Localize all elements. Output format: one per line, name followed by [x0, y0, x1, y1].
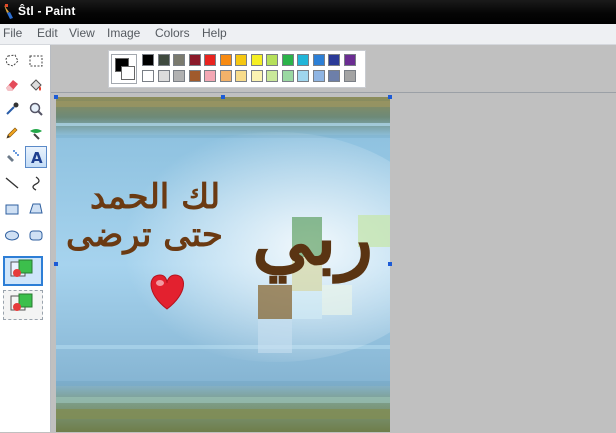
palette-swatch[interactable] [219, 70, 232, 82]
magnifier-tool[interactable] [25, 98, 47, 120]
transparent-background-option[interactable] [3, 290, 43, 320]
palette-swatch[interactable] [173, 54, 185, 66]
palette-swatch[interactable] [281, 70, 294, 82]
palette-swatch[interactable] [328, 70, 340, 82]
resize-handle-top-left[interactable] [54, 95, 58, 99]
eraser-tool[interactable] [1, 74, 23, 96]
svg-text:A: A [31, 149, 43, 165]
free-form-select-tool[interactable] [1, 50, 23, 72]
rect-select-icon [28, 53, 44, 69]
palette-swatch[interactable] [204, 70, 216, 82]
menu-view[interactable]: View [69, 26, 95, 40]
palette-swatch[interactable] [173, 70, 185, 82]
resize-handle-top[interactable] [221, 95, 225, 99]
palette-swatch[interactable] [297, 54, 309, 66]
palette-swatch[interactable] [204, 54, 216, 66]
pencil-icon [4, 125, 20, 141]
rect-select-tool[interactable] [25, 50, 47, 72]
menu-edit[interactable]: Edit [37, 26, 58, 40]
opaque-background-option[interactable] [3, 256, 43, 286]
palette-swatch[interactable] [142, 54, 154, 66]
transparent-shapes-icon [8, 292, 38, 319]
palette-swatch[interactable] [235, 70, 247, 82]
rounded-rect-icon [28, 227, 44, 243]
palette-swatch[interactable] [328, 54, 340, 66]
curve-icon [28, 175, 44, 191]
drawing-canvas[interactable]: لك الحمد حتى ترضى ربي [56, 97, 390, 432]
magnifier-icon [28, 101, 44, 117]
curve-tool[interactable] [25, 172, 47, 194]
color-picker-icon [4, 101, 20, 117]
window-title: Ŝtl - Paint [18, 4, 76, 18]
current-colors[interactable] [111, 54, 137, 84]
airbrush-icon [4, 149, 20, 165]
line-tool[interactable] [1, 172, 23, 194]
palette-swatch[interactable] [312, 70, 325, 82]
palette-swatch[interactable] [157, 70, 170, 82]
ellipse-tool[interactable] [1, 224, 23, 246]
palette-swatch[interactable] [312, 54, 325, 66]
brush-icon [28, 125, 44, 141]
menu-image[interactable]: Image [107, 26, 140, 40]
rounded-rect-tool[interactable] [25, 224, 47, 246]
palette-swatch[interactable] [250, 70, 263, 82]
menu-help[interactable]: Help [202, 26, 227, 40]
polygon-icon [28, 201, 44, 217]
text-tool[interactable]: A [25, 146, 47, 168]
palette-swatch[interactable] [266, 70, 278, 82]
palette-swatch[interactable] [343, 54, 356, 66]
line-icon [4, 175, 20, 191]
menu-file[interactable]: File [3, 26, 22, 40]
fill-bucket-icon [28, 77, 44, 93]
text-icon: A [28, 149, 44, 165]
resize-handle-right[interactable] [388, 262, 392, 266]
title-bar[interactable]: Ŝtl - Paint [0, 0, 616, 24]
palette-swatch[interactable] [297, 70, 309, 82]
background-color[interactable] [121, 66, 135, 80]
free-form-select-icon [4, 53, 20, 69]
palette-swatch[interactable] [219, 54, 232, 66]
fill-tool[interactable] [25, 74, 47, 96]
palette-swatch[interactable] [250, 54, 263, 66]
eraser-icon [4, 77, 20, 93]
rectangle-icon [4, 201, 20, 217]
brush-tool[interactable] [25, 122, 47, 144]
palette-swatch[interactable] [343, 70, 356, 82]
resize-handle-left[interactable] [54, 262, 58, 266]
menu-colors[interactable]: Colors [155, 26, 190, 40]
airbrush-tool[interactable] [1, 146, 23, 168]
menu-bar: File Edit View Image Colors Help [0, 24, 616, 45]
canvas-arabic-big: ربي [252, 193, 374, 282]
opaque-shapes-icon [8, 258, 38, 285]
polygon-tool[interactable] [25, 198, 47, 220]
color-picker-tool[interactable] [1, 98, 23, 120]
rectangle-tool[interactable] [1, 198, 23, 220]
palette-swatch[interactable] [281, 54, 294, 66]
pencil-tool[interactable] [1, 122, 23, 144]
paint-brush-icon [2, 4, 16, 20]
resize-handle-top-right[interactable] [388, 95, 392, 99]
ellipse-icon [4, 227, 20, 243]
canvas-arabic-line1: لك الحمد [90, 177, 221, 217]
palette-swatch[interactable] [188, 54, 201, 66]
palette-swatch[interactable] [142, 70, 154, 82]
canvas-arabic-line2: حتى ترضى [66, 215, 223, 255]
palette-swatch[interactable] [235, 54, 247, 66]
palette-swatch[interactable] [266, 54, 278, 66]
palette-swatch[interactable] [157, 54, 170, 66]
palette-swatch[interactable] [188, 70, 201, 82]
